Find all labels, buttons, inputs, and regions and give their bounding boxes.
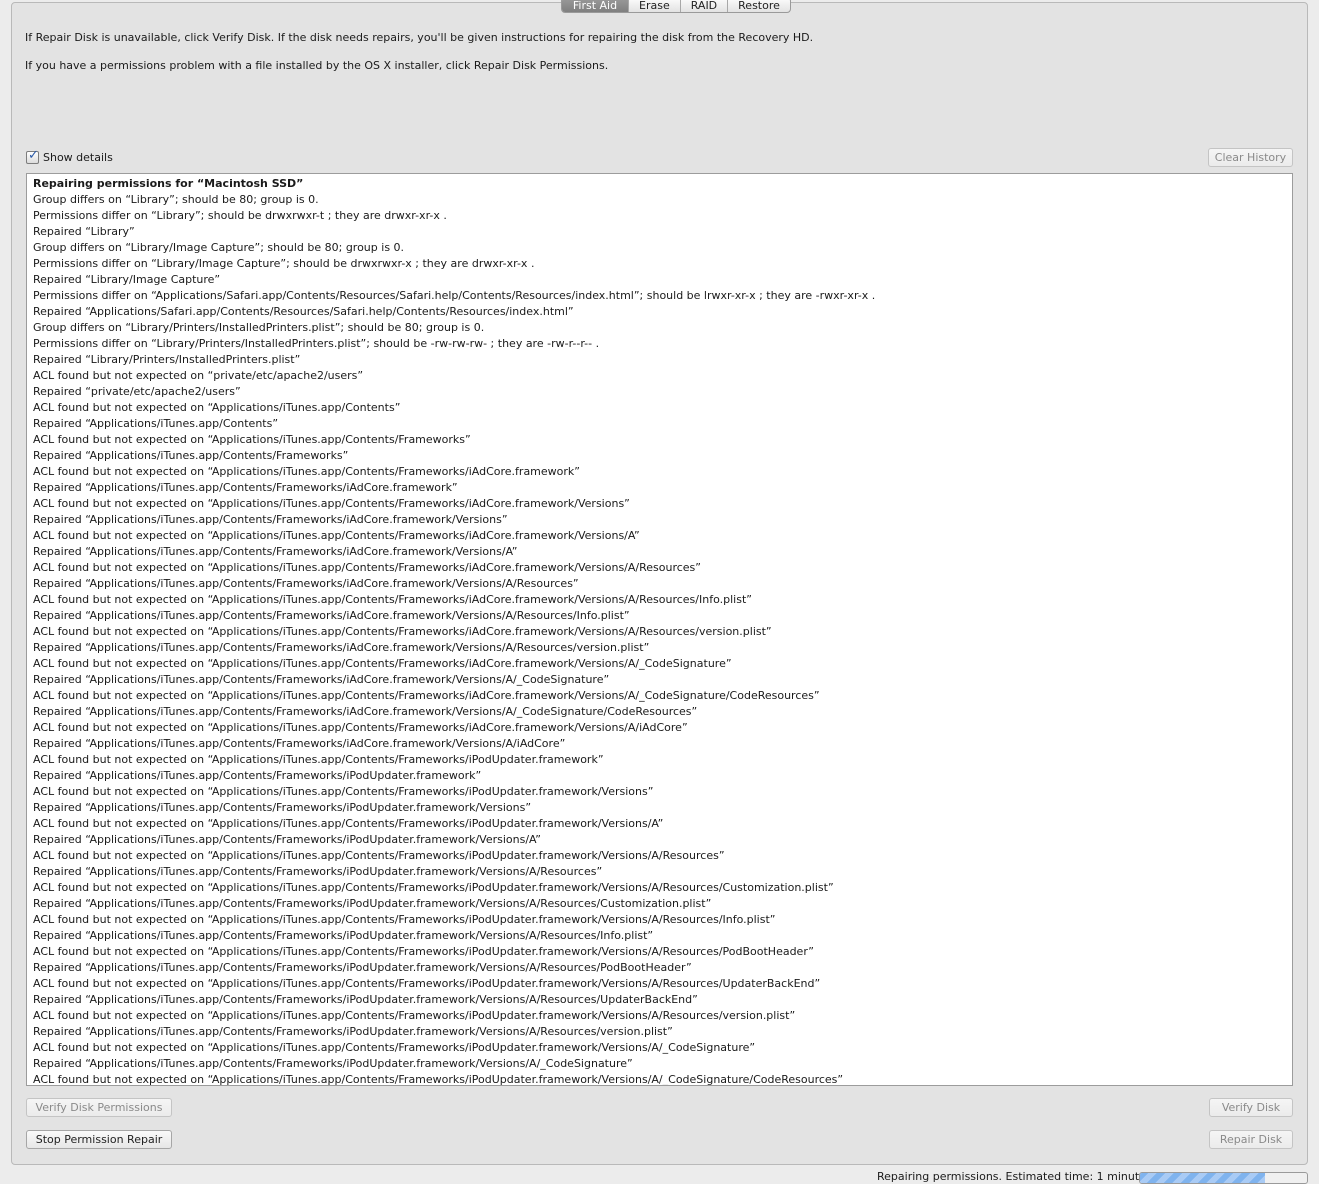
log-line: Repaired “Applications/iTunes.app/Conten… — [33, 769, 482, 782]
log-line: ACL found but not expected on “private/e… — [33, 369, 364, 382]
log-line: ACL found but not expected on “Applicati… — [33, 913, 776, 926]
log-lines: Group differs on “Library”; should be 80… — [33, 192, 1292, 1086]
log-line: ACL found but not expected on “Applicati… — [33, 977, 821, 990]
log-line: Group differs on “Library/Image Capture”… — [33, 241, 405, 254]
log-line: Repaired “Applications/iTunes.app/Conten… — [33, 513, 508, 526]
log-line: Repaired “Applications/iTunes.app/Conten… — [33, 737, 566, 750]
verify-disk-button[interactable]: Verify Disk — [1209, 1098, 1293, 1117]
verify-disk-permissions-button[interactable]: Verify Disk Permissions — [26, 1098, 172, 1117]
log-line: ACL found but not expected on “Applicati… — [33, 881, 834, 894]
log-line: Repaired “Applications/iTunes.app/Conten… — [33, 449, 349, 462]
log-line: ACL found but not expected on “Applicati… — [33, 561, 701, 574]
log-line: ACL found but not expected on “Applicati… — [33, 625, 772, 638]
repair-disk-info: If Repair Disk is unavailable, click Ver… — [25, 31, 814, 44]
log-line: ACL found but not expected on “Applicati… — [33, 1009, 796, 1022]
checkmark-icon: ✓ — [28, 148, 39, 163]
log-line: Repaired “Applications/iTunes.app/Conten… — [33, 577, 579, 590]
log-line: Repaired “Applications/iTunes.app/Conten… — [33, 1057, 633, 1070]
log-line: Repaired “Applications/iTunes.app/Conten… — [33, 1025, 673, 1038]
status-bar: Repairing permissions. Estimated time: 1… — [0, 1165, 1319, 1184]
log-line: ACL found but not expected on “Applicati… — [33, 401, 401, 414]
log-line: Permissions differ on “Library”; should … — [33, 209, 447, 222]
log-line: Repaired “Applications/Safari.app/Conten… — [33, 305, 574, 318]
log-line: Repaired “Applications/iTunes.app/Conten… — [33, 833, 541, 846]
clear-history-button[interactable]: Clear History — [1208, 148, 1293, 167]
log-line: Repaired “Applications/iTunes.app/Conten… — [33, 929, 654, 942]
log-line: Repaired “Applications/iTunes.app/Conten… — [33, 641, 650, 654]
log-line: ACL found but not expected on “Applicati… — [33, 497, 630, 510]
log-line: ACL found but not expected on “Applicati… — [33, 657, 732, 670]
log-line: Permissions differ on “Library/Printers/… — [33, 337, 600, 350]
log-line: ACL found but not expected on “Applicati… — [33, 849, 725, 862]
log-line: Repaired “Applications/iTunes.app/Conten… — [33, 961, 692, 974]
log-line: Repaired “Applications/iTunes.app/Conten… — [33, 865, 603, 878]
tab-restore[interactable]: Restore — [727, 0, 790, 12]
log-line: Repaired “Library/Image Capture” — [33, 273, 221, 286]
tab-first-aid[interactable]: First Aid — [562, 0, 628, 12]
log-line: ACL found but not expected on “Applicati… — [33, 689, 820, 702]
log-line: Repaired “Applications/iTunes.app/Conten… — [33, 545, 518, 558]
log-line: ACL found but not expected on “Applicati… — [33, 753, 604, 766]
log-line: Repaired “Applications/iTunes.app/Conten… — [33, 897, 712, 910]
tab-erase[interactable]: Erase — [628, 0, 680, 12]
log-line: ACL found but not expected on “Applicati… — [33, 945, 815, 958]
log-line: Group differs on “Library”; should be 80… — [33, 193, 319, 206]
details-log[interactable]: Repairing permissions for “Macintosh SSD… — [26, 173, 1293, 1086]
log-line: ACL found but not expected on “Applicati… — [33, 593, 752, 606]
repair-disk-button[interactable]: Repair Disk — [1209, 1130, 1293, 1149]
log-line: Repaired “private/etc/apache2/users” — [33, 385, 241, 398]
log-line: ACL found but not expected on “Applicati… — [33, 465, 580, 478]
log-line: Permissions differ on “Applications/Safa… — [33, 289, 876, 302]
log-line: Repaired “Applications/iTunes.app/Conten… — [33, 609, 630, 622]
log-heading: Repairing permissions for “Macintosh SSD… — [33, 177, 304, 190]
log-line: Group differs on “Library/Printers/Insta… — [33, 321, 485, 334]
log-line: Repaired “Applications/iTunes.app/Conten… — [33, 705, 698, 718]
show-details-label: Show details — [43, 151, 113, 164]
log-line: ACL found but not expected on “Applicati… — [33, 529, 640, 542]
log-line: ACL found but not expected on “Applicati… — [33, 817, 664, 830]
tab-raid[interactable]: RAID — [679, 0, 727, 12]
log-line: Repaired “Applications/iTunes.app/Conten… — [33, 417, 279, 430]
log-line: ACL found but not expected on “Applicati… — [33, 721, 688, 734]
log-line: Repaired “Library/Printers/InstalledPrin… — [33, 353, 301, 366]
log-line: ACL found but not expected on “Applicati… — [33, 433, 471, 446]
stop-permission-repair-button[interactable]: Stop Permission Repair — [26, 1130, 172, 1149]
progress-bar — [1139, 1172, 1308, 1184]
log-line: Permissions differ on “Library/Image Cap… — [33, 257, 535, 270]
log-line: Repaired “Applications/iTunes.app/Conten… — [33, 801, 532, 814]
show-details-checkbox[interactable]: ✓ — [26, 148, 39, 164]
log-line: Repaired “Applications/iTunes.app/Conten… — [33, 673, 610, 686]
log-line: Repaired “Applications/iTunes.app/Conten… — [33, 993, 698, 1006]
permissions-info: If you have a permissions problem with a… — [25, 59, 609, 72]
log-line: ACL found but not expected on “Applicati… — [33, 1073, 844, 1086]
log-line: Repaired “Library” — [33, 225, 135, 238]
show-details-toggle[interactable]: ✓ Show details — [26, 148, 113, 164]
tab-bar: First Aid Erase RAID Restore — [561, 0, 791, 13]
log-line: ACL found but not expected on “Applicati… — [33, 785, 654, 798]
log-line: Repaired “Applications/iTunes.app/Conten… — [33, 481, 458, 494]
log-line: ACL found but not expected on “Applicati… — [33, 1041, 756, 1054]
status-text: Repairing permissions. Estimated time: 1… — [877, 1170, 1146, 1183]
